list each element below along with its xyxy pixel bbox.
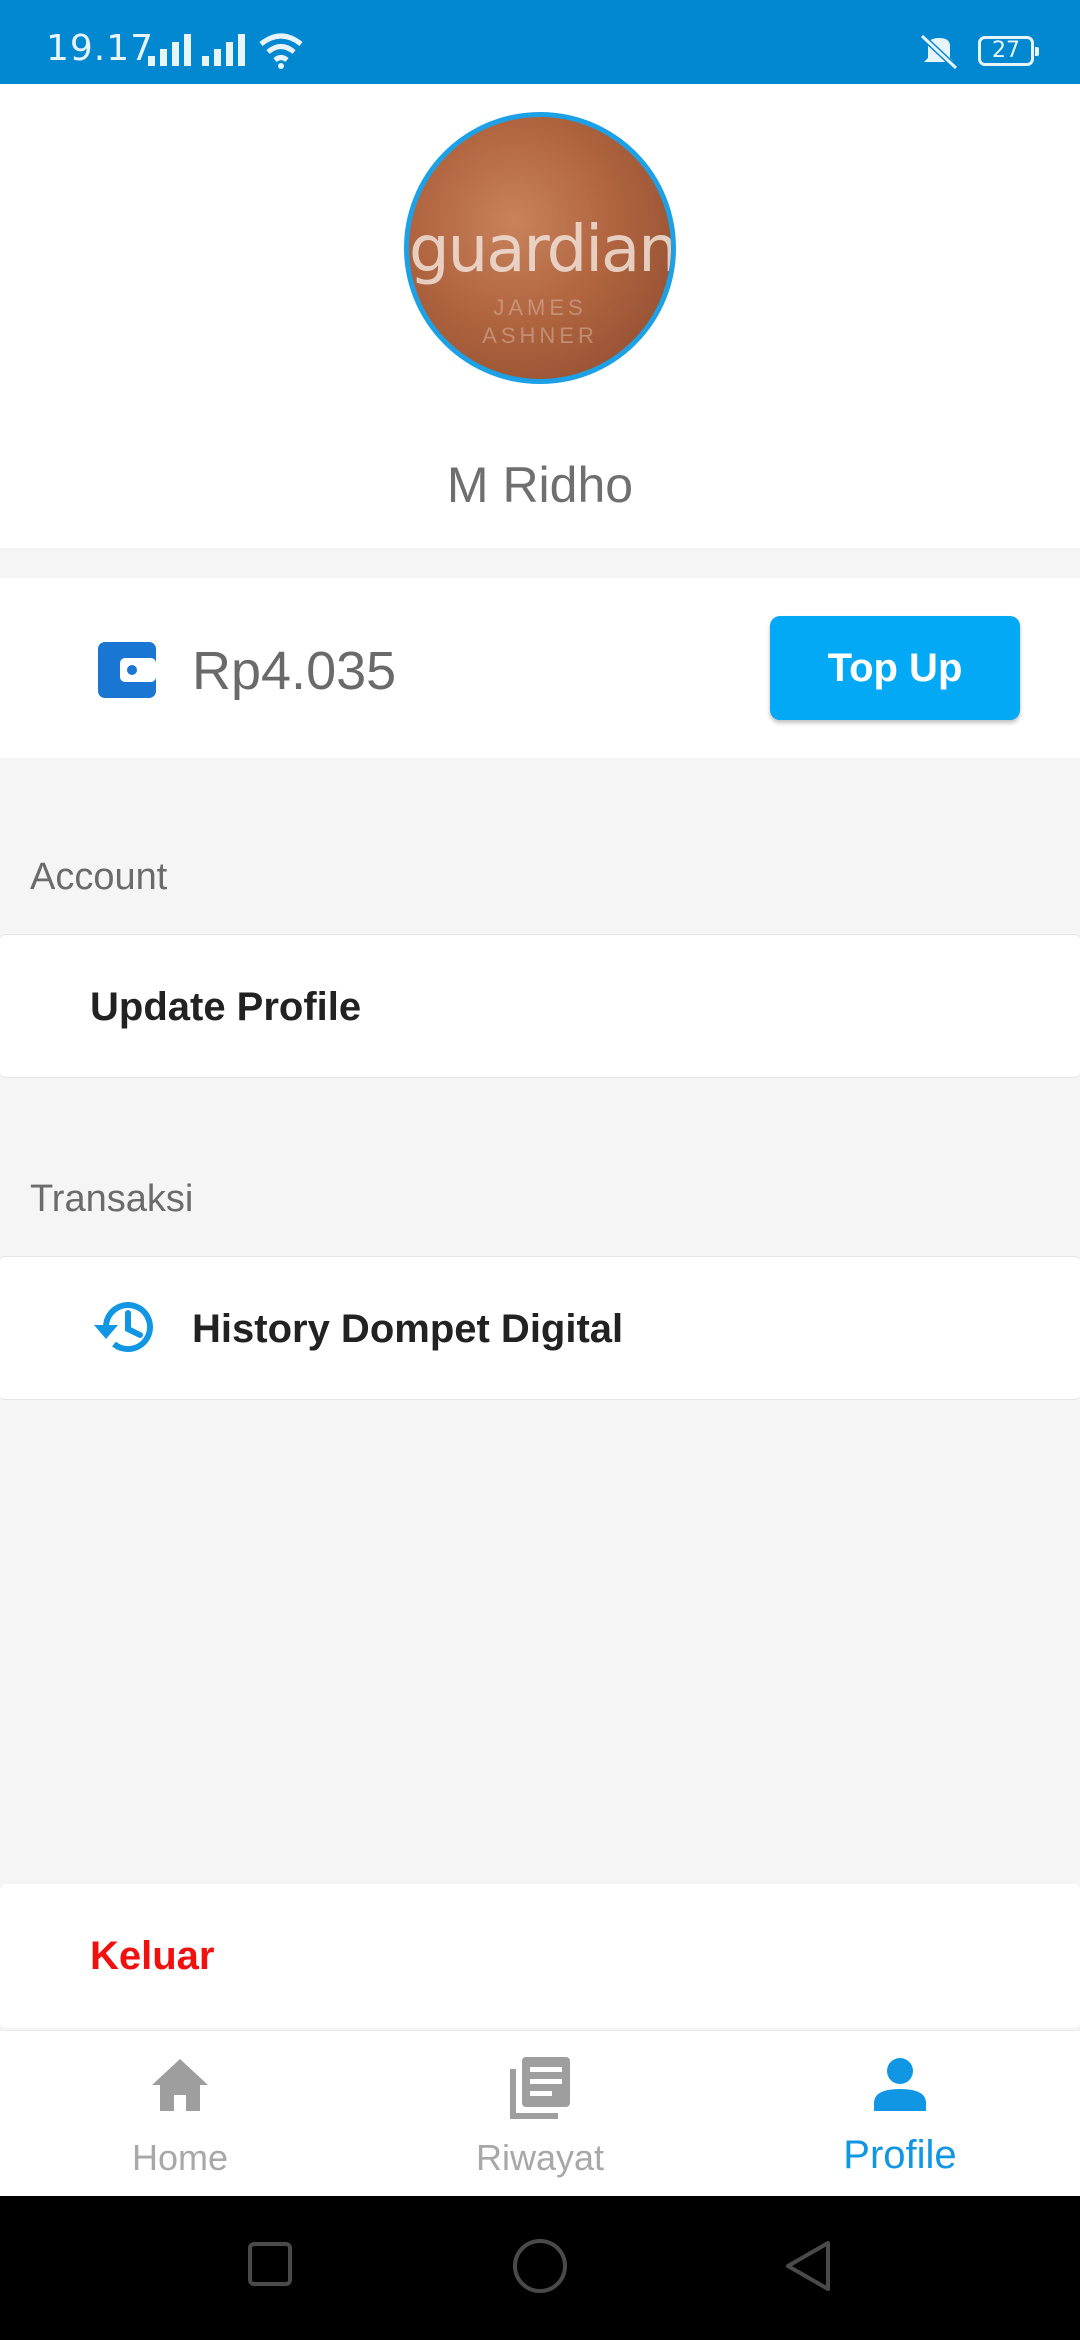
update-profile-label: Update Profile	[90, 985, 362, 1029]
profile-header: guardian JAMES ASHNER M Ridho	[0, 84, 1080, 548]
nav-home[interactable]: Home	[0, 2031, 360, 2197]
status-bar: 19.17 27	[0, 0, 1080, 84]
nav-home-label: Home	[131, 2137, 229, 2178]
back-icon[interactable]	[784, 2240, 832, 2292]
battery-indicator: 27	[978, 36, 1039, 66]
nav-profile-label: Profile	[843, 2133, 957, 2177]
nav-riwayat[interactable]: Riwayat	[360, 2031, 720, 2197]
person-icon	[874, 2058, 926, 2111]
update-profile-item[interactable]: Update Profile	[0, 934, 1080, 1078]
history-wallet-item[interactable]: History Dompet Digital	[0, 1256, 1080, 1400]
avatar-sub-text-1: JAMES	[493, 295, 587, 320]
home-icon	[152, 2059, 208, 2111]
wallet-card: Rp4.035 Top Up	[0, 578, 1080, 758]
top-up-button[interactable]: Top Up	[770, 616, 1020, 720]
wallet-balance: Rp4.035	[192, 641, 397, 701]
profile-name: M Ridho	[446, 457, 634, 513]
wallet-icon	[98, 642, 156, 698]
avatar-sub-text-2: ASHNER	[482, 323, 598, 348]
bottom-navigation: Home Riwayat Profile	[0, 2030, 1080, 2196]
system-navigation-bar	[0, 2196, 1080, 2340]
avatar[interactable]: guardian JAMES ASHNER	[404, 112, 676, 384]
list-icon	[510, 2057, 570, 2119]
logout-item[interactable]: Keluar	[0, 1884, 1080, 2028]
avatar-brand-text: guardian	[409, 213, 676, 287]
history-icon	[94, 1302, 153, 1353]
status-time: 19.17	[46, 28, 155, 69]
section-title-transaksi: Transaksi	[30, 1178, 194, 1220]
signal-icon	[148, 34, 191, 66]
section-title-account: Account	[30, 856, 168, 898]
history-label: History Dompet Digital	[192, 1307, 624, 1351]
signal-icon-2	[202, 34, 245, 66]
nav-riwayat-label: Riwayat	[475, 2137, 605, 2178]
nav-profile[interactable]: Profile	[720, 2031, 1080, 2197]
logout-label: Keluar	[90, 1934, 215, 1978]
vibrate-mute-icon	[919, 33, 959, 70]
recent-apps-icon[interactable]	[248, 2242, 292, 2286]
wifi-icon	[259, 33, 303, 69]
home-button-icon[interactable]	[512, 2238, 568, 2294]
